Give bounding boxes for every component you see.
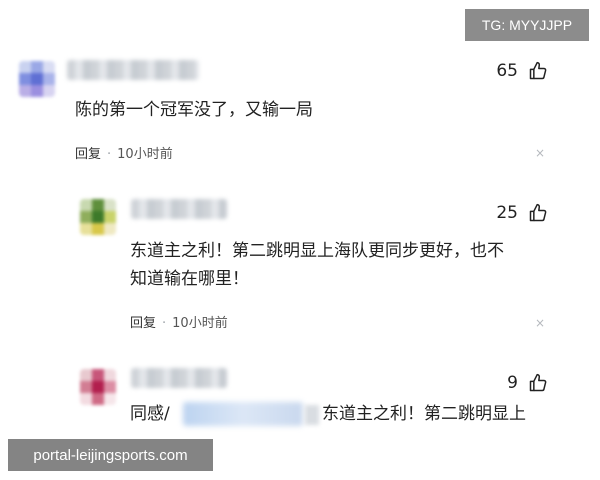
like-count: 25 xyxy=(496,203,518,223)
comment-text-prefix: 同感/ xyxy=(130,404,170,424)
thumbs-up-icon[interactable] xyxy=(528,61,548,81)
avatar[interactable] xyxy=(80,369,116,405)
comment-text: 陈的第一个冠军没了，又输一局 xyxy=(75,100,313,120)
comment-meta: 回复 · 10小时前 xyxy=(130,316,228,331)
username-blurred[interactable] xyxy=(67,60,199,80)
comment-meta: 回复 · 10小时前 xyxy=(75,147,173,162)
comment-feed: TG: MYYJJPP 65 陈的第一个冠军没了，又输一局 回复 · 10小时前 × xyxy=(0,0,600,480)
watermark-top: TG: MYYJJPP xyxy=(465,9,589,41)
avatar[interactable] xyxy=(80,199,116,235)
reply-button[interactable]: 回复 xyxy=(75,147,101,162)
avatar[interactable] xyxy=(19,61,55,97)
username-blurred[interactable] xyxy=(131,199,227,219)
reply-button[interactable]: 回复 xyxy=(130,316,156,331)
timestamp: 10小时前 xyxy=(117,147,173,162)
timestamp: 10小时前 xyxy=(172,316,228,331)
comment-text: 东道主之利！第二跳明显上海队更同步更好，也不 知道输在哪里！ xyxy=(130,241,504,289)
close-icon[interactable]: × xyxy=(535,316,545,330)
close-icon[interactable]: × xyxy=(535,146,545,160)
comment-text-suffix: 东道主之利！第二跳明显上 xyxy=(322,404,526,424)
mention-blurred[interactable] xyxy=(183,402,303,426)
thumbs-up-icon[interactable] xyxy=(528,203,548,223)
like-count: 9 xyxy=(507,373,518,393)
like-count: 65 xyxy=(496,61,518,81)
mention-blurred-tail xyxy=(305,405,319,425)
watermark-bottom: portal-leijingsports.com xyxy=(8,439,213,471)
thumbs-up-icon[interactable] xyxy=(528,373,548,393)
username-blurred[interactable] xyxy=(131,368,227,388)
